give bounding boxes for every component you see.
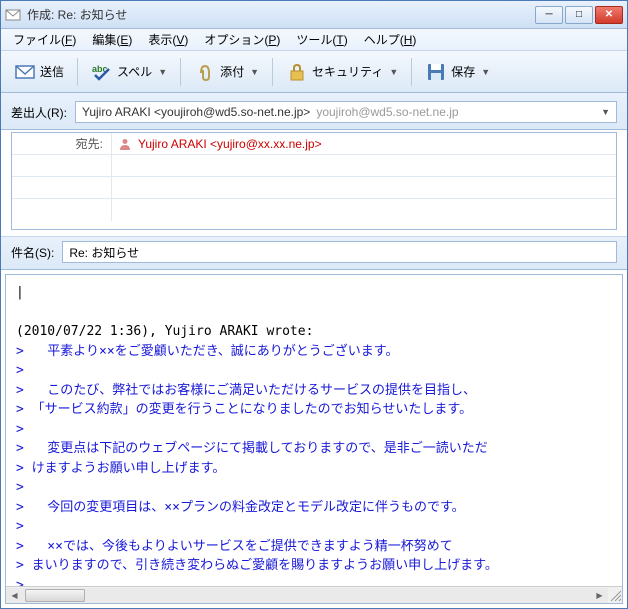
toolbar: 送信 abc スペル ▼ 添付 ▼ セキュリティ ▼ 保存 ▼ bbox=[1, 51, 627, 93]
paperclip-icon bbox=[194, 61, 216, 83]
separator bbox=[272, 58, 273, 86]
menu-file[interactable]: ファイル(F) bbox=[7, 29, 82, 50]
body-area: | (2010/07/22 1:36), Yujiro ARAKI wrote:… bbox=[5, 274, 623, 604]
save-button[interactable]: 保存 ▼ bbox=[418, 56, 497, 88]
chevron-down-icon: ▼ bbox=[389, 67, 398, 77]
attach-label: 添付 bbox=[220, 63, 244, 80]
from-row: 差出人(R): Yujiro ARAKI <youjiroh@wd5.so-ne… bbox=[11, 97, 617, 127]
recipient-type[interactable] bbox=[12, 199, 112, 221]
window-title: 作成: Re: お知らせ bbox=[27, 6, 535, 23]
separator bbox=[411, 58, 412, 86]
maximize-button[interactable]: □ bbox=[565, 6, 593, 24]
spell-button[interactable]: abc スペル ▼ bbox=[84, 56, 174, 88]
scroll-track[interactable] bbox=[23, 588, 591, 603]
menubar: ファイル(F) 編集(E) 表示(V) オプション(P) ツール(T) ヘルプ(… bbox=[1, 29, 627, 51]
recipient-type[interactable]: 宛先: bbox=[12, 133, 112, 154]
menu-edit[interactable]: 編集(E) bbox=[86, 29, 138, 50]
from-account: youjiroh@wd5.so-net.ne.jp bbox=[316, 105, 458, 119]
attach-button[interactable]: 添付 ▼ bbox=[187, 56, 266, 88]
subject-input[interactable] bbox=[62, 241, 617, 263]
recipient-row-empty[interactable] bbox=[12, 155, 616, 177]
titlebar: 作成: Re: お知らせ ─ □ ✕ bbox=[1, 1, 627, 29]
recipients-grid: 宛先: Yujiro ARAKI <yujiro@xx.xx.ne.jp> bbox=[11, 132, 617, 230]
scroll-thumb[interactable] bbox=[25, 589, 85, 602]
save-icon bbox=[425, 61, 447, 83]
recipient-row[interactable]: 宛先: Yujiro ARAKI <yujiro@xx.xx.ne.jp> bbox=[12, 133, 616, 155]
recipient-type[interactable] bbox=[12, 177, 112, 198]
chevron-down-icon: ▼ bbox=[601, 107, 610, 117]
recipient-type[interactable] bbox=[12, 155, 112, 176]
menu-options[interactable]: オプション(P) bbox=[198, 29, 286, 50]
window-controls: ─ □ ✕ bbox=[535, 6, 623, 24]
recipient-type-label: 宛先: bbox=[76, 135, 103, 152]
person-icon bbox=[118, 137, 132, 151]
close-button[interactable]: ✕ bbox=[595, 6, 623, 24]
security-label: セキュリティ bbox=[312, 63, 383, 80]
compose-window: 作成: Re: お知らせ ─ □ ✕ ファイル(F) 編集(E) 表示(V) オ… bbox=[0, 0, 628, 609]
spell-icon: abc bbox=[91, 61, 113, 83]
menu-tools[interactable]: ツール(T) bbox=[290, 29, 353, 50]
header-area: 差出人(R): Yujiro ARAKI <youjiroh@wd5.so-ne… bbox=[1, 93, 627, 130]
save-label: 保存 bbox=[451, 63, 475, 80]
recipient-row-empty[interactable] bbox=[12, 177, 616, 199]
subject-row: 件名(S): bbox=[1, 236, 627, 270]
minimize-button[interactable]: ─ bbox=[535, 6, 563, 24]
menu-view[interactable]: 表示(V) bbox=[142, 29, 194, 50]
subject-label: 件名(S): bbox=[11, 244, 54, 261]
from-address: Yujiro ARAKI <youjiroh@wd5.so-net.ne.jp> bbox=[82, 105, 310, 119]
recipient-value[interactable]: Yujiro ARAKI <yujiro@xx.xx.ne.jp> bbox=[112, 137, 616, 151]
resize-grip[interactable] bbox=[608, 588, 622, 602]
message-body[interactable]: | (2010/07/22 1:36), Yujiro ARAKI wrote:… bbox=[6, 275, 622, 586]
recipient-address: Yujiro ARAKI <yujiro@xx.xx.ne.jp> bbox=[138, 137, 322, 151]
send-icon bbox=[14, 61, 36, 83]
chevron-down-icon: ▼ bbox=[158, 67, 167, 77]
from-label: 差出人(R): bbox=[11, 104, 67, 121]
lock-icon bbox=[286, 61, 308, 83]
scroll-left-button[interactable]: ◀ bbox=[6, 588, 23, 603]
chevron-down-icon: ▼ bbox=[481, 67, 490, 77]
chevron-down-icon: ▼ bbox=[250, 67, 259, 77]
send-label: 送信 bbox=[40, 63, 64, 80]
recipient-row-empty[interactable] bbox=[12, 199, 616, 221]
security-button[interactable]: セキュリティ ▼ bbox=[279, 56, 405, 88]
app-icon bbox=[5, 7, 21, 23]
separator bbox=[180, 58, 181, 86]
send-button[interactable]: 送信 bbox=[7, 56, 71, 88]
scroll-right-button[interactable]: ▶ bbox=[591, 588, 608, 603]
from-selector[interactable]: Yujiro ARAKI <youjiroh@wd5.so-net.ne.jp>… bbox=[75, 101, 617, 123]
menu-help[interactable]: ヘルプ(H) bbox=[358, 29, 423, 50]
separator bbox=[77, 58, 78, 86]
spell-label: スペル bbox=[117, 63, 152, 80]
horizontal-scrollbar[interactable]: ◀ ▶ bbox=[6, 586, 622, 603]
